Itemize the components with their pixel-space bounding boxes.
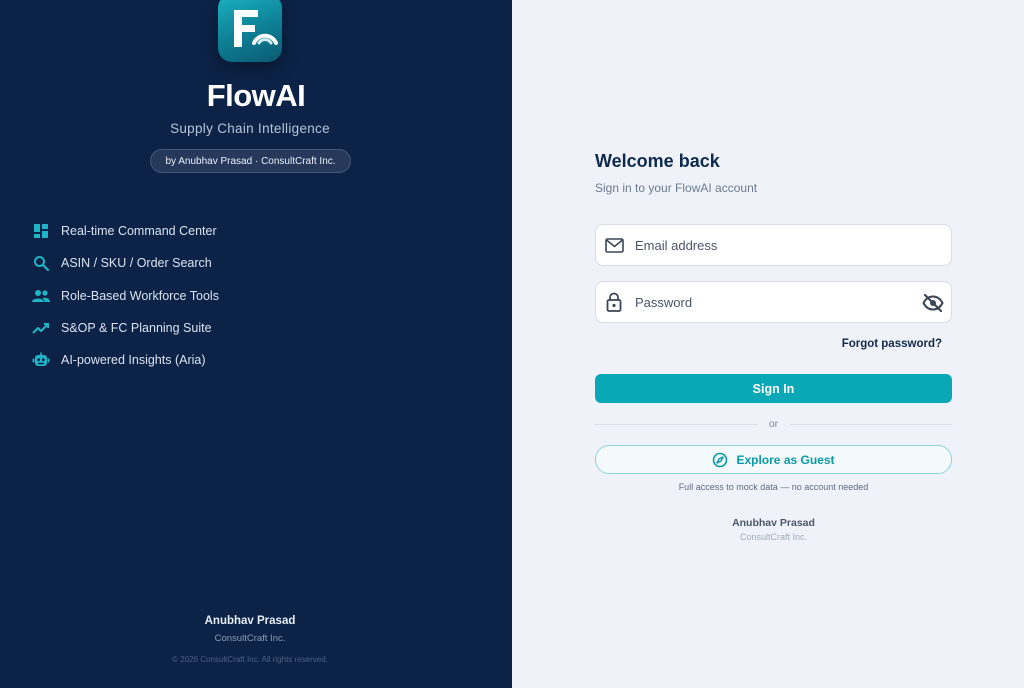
feature-item-command-center: Real-time Command Center	[32, 215, 219, 247]
brand-tagline: Supply Chain Intelligence	[170, 121, 330, 136]
feature-list: Real-time Command Center ASIN / SKU / Or…	[32, 215, 219, 376]
feature-label: S&OP & FC Planning Suite	[61, 321, 212, 336]
branding-panel: FlowAI Supply Chain Intelligence by Anub…	[0, 0, 512, 688]
page-title: Welcome back	[595, 151, 720, 171]
logo-glyph-icon	[234, 10, 278, 47]
search-icon	[32, 254, 50, 272]
divider-label: or	[768, 418, 779, 430]
feature-label: Real-time Command Center	[61, 224, 217, 239]
sign-in-button[interactable]: Sign In	[595, 374, 952, 403]
feature-item-workforce: Role-Based Workforce Tools	[32, 280, 219, 312]
email-field[interactable]	[595, 224, 952, 266]
divider-line	[595, 423, 757, 425]
page-subtitle: Sign in to your FlowAI account	[595, 181, 758, 195]
toggle-password-visibility-icon[interactable]	[922, 292, 944, 314]
people-icon	[32, 287, 50, 305]
email-input[interactable]	[635, 237, 951, 253]
feature-item-search: ASIN / SKU / Order Search	[32, 247, 219, 279]
guest-button-label: Explore as Guest	[736, 452, 835, 467]
lock-icon	[604, 292, 624, 312]
feature-label: AI-powered Insights (Aria)	[61, 353, 206, 368]
footer-author-name: Anubhav Prasad	[204, 615, 296, 627]
footer-copyright: © 2026 ConsultCraft Inc. All rights rese…	[172, 655, 328, 664]
divider-line	[790, 423, 952, 425]
brand-name: FlowAI	[206, 78, 306, 113]
password-input[interactable]	[635, 294, 951, 310]
forgot-password-link[interactable]: Forgot password?	[842, 338, 942, 350]
explore-as-guest-button[interactable]: Explore as Guest	[595, 445, 952, 474]
feature-label: Role-Based Workforce Tools	[61, 288, 219, 303]
footer-company: ConsultCraft Inc.	[739, 532, 808, 542]
flowai-logo	[218, 0, 282, 62]
guest-note: Full access to mock data — no account ne…	[678, 482, 869, 492]
feature-item-insights: AI-powered Insights (Aria)	[32, 344, 219, 376]
login-form: Welcome back Sign in to your FlowAI acco…	[595, 151, 952, 542]
password-field[interactable]	[595, 281, 952, 323]
or-divider: or	[595, 417, 952, 431]
dashboard-icon	[32, 222, 50, 240]
mail-icon	[604, 235, 624, 255]
compass-icon	[712, 452, 728, 468]
feature-item-planning: S&OP & FC Planning Suite	[32, 312, 219, 344]
trending-up-icon	[32, 319, 50, 337]
footer-author-name: Anubhav Prasad	[732, 517, 815, 529]
author-badge: by Anubhav Prasad · ConsultCraft Inc.	[150, 149, 351, 173]
login-panel: Welcome back Sign in to your FlowAI acco…	[512, 0, 1024, 688]
footer-company: ConsultCraft Inc.	[214, 633, 286, 644]
robot-icon	[32, 351, 50, 369]
feature-label: ASIN / SKU / Order Search	[61, 256, 212, 271]
